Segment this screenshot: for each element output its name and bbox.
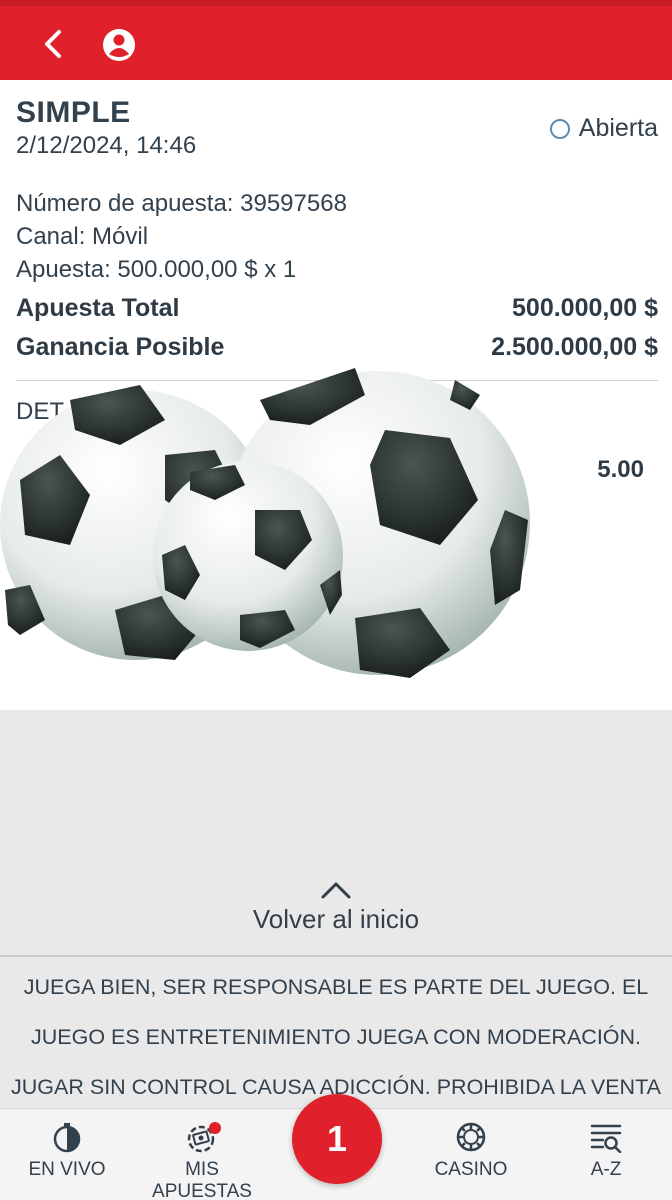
stopwatch-icon [53,1123,81,1153]
responsible-gaming-disclaimer: JUEGA BIEN, SER RESPONSABLE ES PARTE DEL… [0,962,672,1112]
possible-win-label: Ganancia Posible [16,333,225,361]
chevron-left-icon [45,30,61,58]
search-list-icon [590,1124,622,1153]
nav-live-label: EN VIVO [28,1159,106,1180]
bet-status: Abierta [549,114,658,143]
disclaimer-line: JUEGA BIEN, SER RESPONSABLE ES PARTE DEL… [23,975,649,999]
nav-live[interactable]: EN VIVO [2,1121,132,1181]
possible-win-row: Ganancia Posible 2.500.000,00 $ [16,333,658,362]
back-button[interactable] [34,24,74,64]
nav-a-z-label: A-Z [590,1159,622,1180]
nav-my-bets[interactable]: MIS APUESTAS [137,1121,267,1200]
bet-number: Número de apuesta: 39597568 [16,190,347,217]
chevron-up-icon [321,882,351,899]
bet-type: SIMPLE [16,96,131,129]
nav-a-z[interactable]: A-Z [541,1121,671,1181]
bet-channel: Canal: Móvil [16,223,149,250]
betslip-count: 1 [326,1118,348,1159]
nav-casino-label: CASINO [434,1159,508,1180]
betslip-button[interactable]: 1 [292,1094,382,1184]
divider [0,955,672,957]
nav-casino[interactable]: CASINO [406,1121,536,1181]
bet-stake: Apuesta: 500.000,00 $ x 1 [16,256,297,283]
status-label: Abierta [578,114,658,142]
casino-chip-icon [456,1122,486,1152]
notification-dot [209,1122,221,1134]
top-bar [0,0,672,80]
soccer-ball-small [153,461,343,651]
possible-win-value: 2.500.000,00 $ [491,333,658,361]
total-stake-row: Apuesta Total 500.000,00 $ [16,294,658,323]
back-to-top-button[interactable]: Volver al inicio [0,880,672,935]
bet-date: 2/12/2024, 14:46 [16,132,197,159]
total-stake-value: 500.000,00 $ [512,294,658,322]
disclaimer-line: JUEGO ES ENTRETENIMIENTO JUEGA CON MODER… [30,1025,642,1049]
back-to-top-label: Volver al inicio [252,904,420,934]
total-stake-label: Apuesta Total [16,294,180,322]
nav-my-bets-label: MIS APUESTAS [152,1159,252,1200]
soccer-balls-image [0,368,530,678]
user-circle-icon[interactable] [100,26,138,64]
status-circle-icon [549,118,570,139]
